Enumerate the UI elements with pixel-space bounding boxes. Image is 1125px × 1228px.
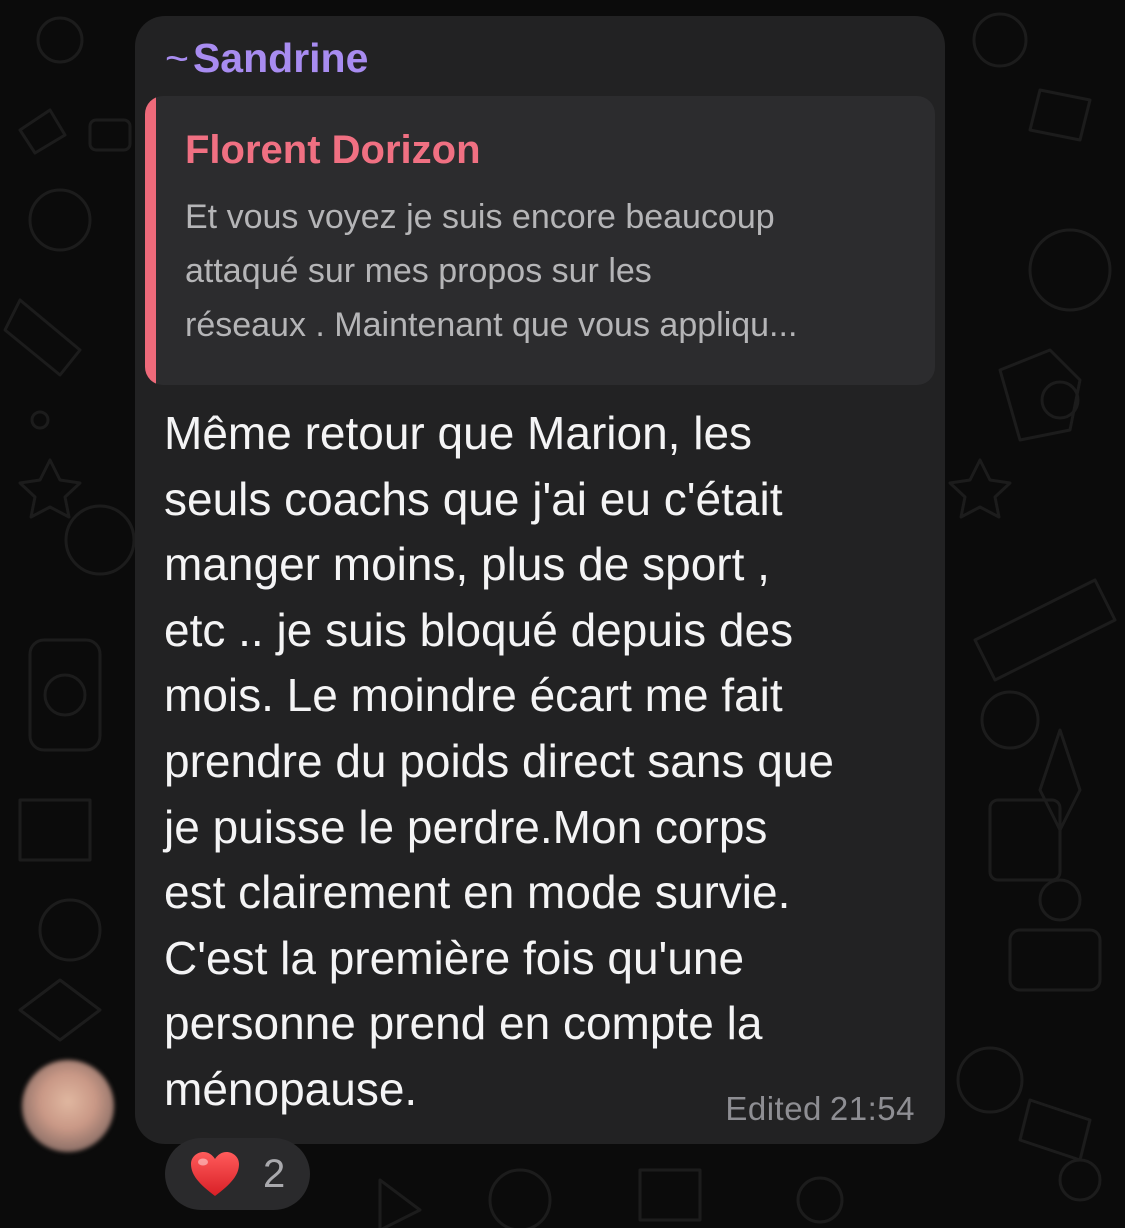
sender-name[interactable]: ~Sandrine (165, 34, 368, 82)
message-line: je puisse le perdre.Mon corps (164, 800, 768, 853)
sender-prefix: ~ (165, 35, 189, 81)
reply-line: attaqué sur mes propos sur les (185, 252, 652, 290)
message-bubble[interactable]: ~Sandrine Florent Dorizon Et vous voyez … (135, 16, 945, 1144)
edited-label: Edited (725, 1090, 822, 1127)
reaction-count: 2 (263, 1152, 286, 1196)
reaction-pill[interactable]: 2 (165, 1138, 310, 1210)
message-line: est clairement en mode survie. (164, 866, 791, 919)
message-line: prendre du poids direct sans que (164, 734, 834, 787)
message-meta: Edited 21:54 (725, 1090, 915, 1128)
message-line: personne prend en compte la (164, 997, 763, 1050)
reply-preview: Et vous voyez je suis encore beaucoup at… (185, 190, 915, 352)
message-time: 21:54 (829, 1090, 915, 1127)
message-line: etc .. je suis bloqué depuis des (164, 603, 794, 656)
quoted-reply[interactable]: Florent Dorizon Et vous voyez je suis en… (145, 96, 935, 385)
message-line: seuls coachs que j'ai eu c'était (164, 472, 783, 525)
message-line: Même retour que Marion, les (164, 407, 753, 459)
message-line: C'est la première fois qu'une (164, 931, 745, 984)
sender-name-text: Sandrine (192, 35, 369, 81)
sender-avatar[interactable] (22, 1060, 114, 1152)
reply-line: réseaux . Maintenant que vous appliqu... (185, 306, 798, 344)
message-line: mois. Le moindre écart me fait (164, 669, 783, 722)
reply-accent-bar (145, 96, 156, 385)
message-text: Même retour que Marion, les seuls coachs… (164, 401, 934, 1123)
heart-icon (191, 1152, 239, 1196)
message-line: manger moins, plus de sport , (164, 538, 770, 591)
reply-line: Et vous voyez je suis encore beaucoup (185, 198, 775, 236)
reply-author: Florent Dorizon (185, 128, 481, 172)
